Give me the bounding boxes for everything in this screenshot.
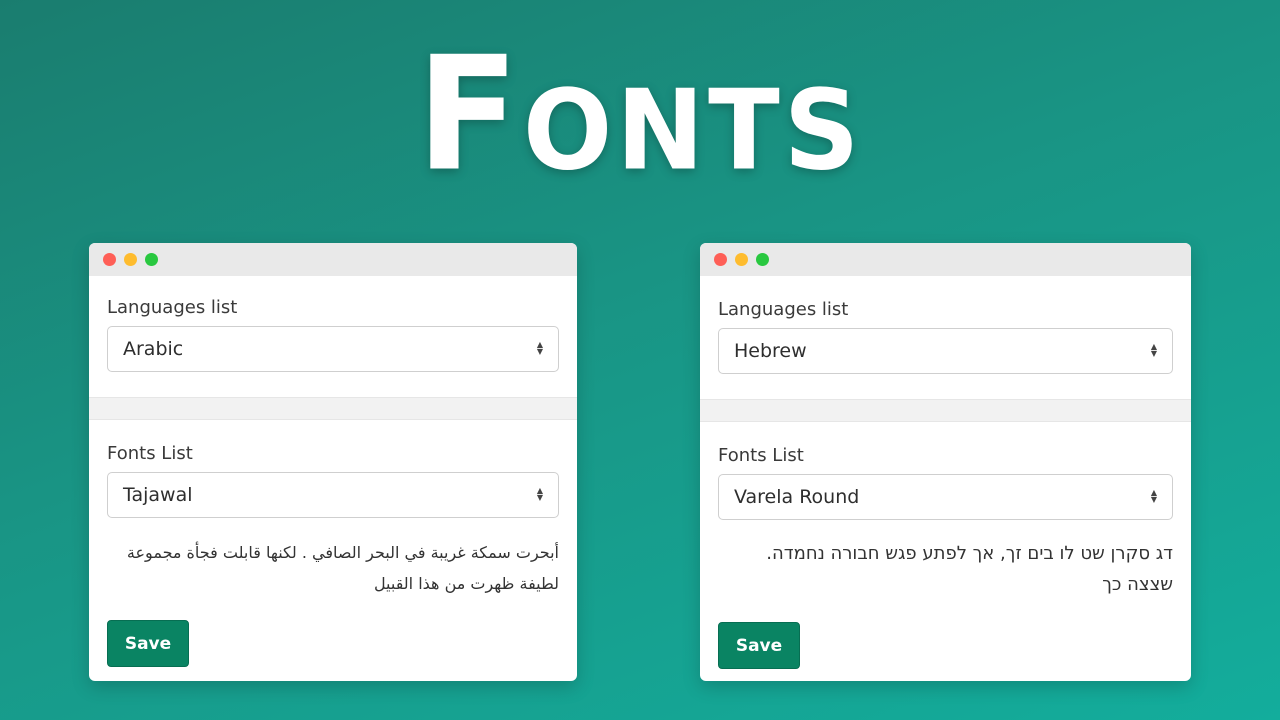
font-select-value: Tajawal [123,484,193,506]
save-button[interactable]: Save [718,622,800,669]
minimize-window-dot[interactable] [735,253,748,266]
fonts-section: Fonts List Varela Round ▲ ▼ דג סקרן שט לו… [700,422,1191,669]
section-divider [89,397,577,420]
font-preview-text: דג סקרן שט לו בים זך, אך לפתע פגש חבורה … [766,543,1173,595]
fonts-label: Fonts List [718,445,804,466]
fonts-section: Fonts List Tajawal ▲ ▼ أبحرت سمكة غريبة ف… [89,420,577,667]
maximize-window-dot[interactable] [145,253,158,266]
language-select-value: Hebrew [734,340,807,362]
settings-window-hebrew: Languages list Hebrew ▲ ▼ Fonts List Vare… [700,243,1191,681]
select-arrows-icon: ▲ ▼ [1150,342,1157,358]
fonts-label: Fonts List [107,443,193,464]
hero-title: Fonts [416,23,864,207]
languages-label: Languages list [107,297,238,318]
languages-section: Languages list Hebrew ▲ ▼ [700,276,1191,399]
language-select-value: Arabic [123,338,184,360]
minimize-window-dot[interactable] [124,253,137,266]
select-arrows-icon: ▲ ▼ [536,486,543,502]
languages-label: Languages list [718,299,849,320]
font-preview-text: أبحرت سمكة غريبة في البحر الصافي . لكنها… [126,543,559,593]
select-arrows-icon: ▲ ▼ [536,340,543,356]
font-select[interactable]: Tajawal ▲ ▼ [107,472,559,518]
languages-section: Languages list Arabic ▲ ▼ [89,276,577,397]
save-button[interactable]: Save [107,620,189,667]
window-titlebar [700,243,1191,276]
select-arrows-icon: ▲ ▼ [1150,488,1157,504]
language-select[interactable]: Hebrew ▲ ▼ [718,328,1173,374]
settings-window-arabic: Languages list Arabic ▲ ▼ Fonts List Taja… [89,243,577,681]
close-window-dot[interactable] [714,253,727,266]
language-select[interactable]: Arabic ▲ ▼ [107,326,559,372]
window-titlebar [89,243,577,276]
font-select-value: Varela Round [734,486,860,508]
close-window-dot[interactable] [103,253,116,266]
section-divider [700,399,1191,422]
font-select[interactable]: Varela Round ▲ ▼ [718,474,1173,520]
maximize-window-dot[interactable] [756,253,769,266]
